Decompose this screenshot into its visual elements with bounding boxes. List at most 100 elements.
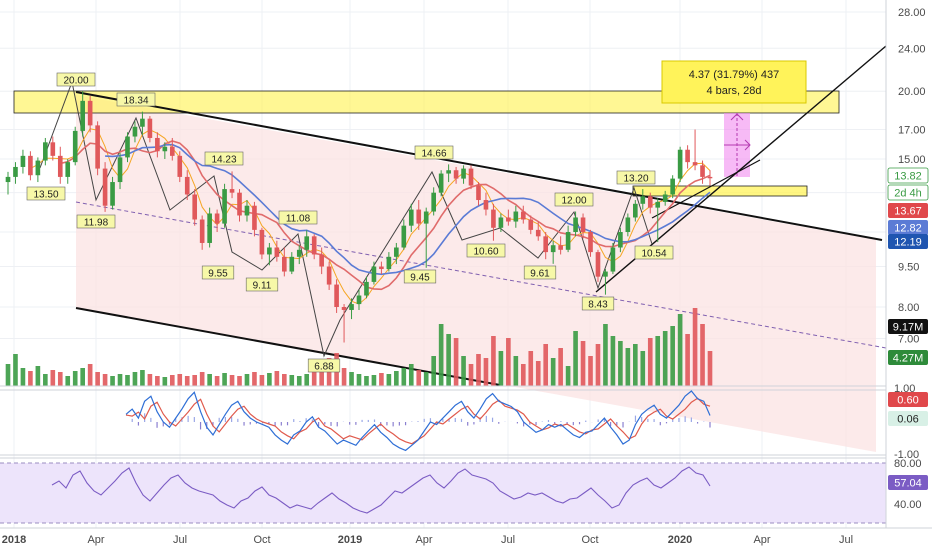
volume-bar <box>80 368 85 386</box>
candle-body <box>408 209 414 226</box>
volume-bar <box>618 341 623 386</box>
volume-bar <box>274 371 280 386</box>
volume-bar <box>147 374 153 386</box>
candle-body <box>468 168 474 186</box>
volume-bar <box>603 324 608 386</box>
candle-body <box>155 137 160 152</box>
volume-bar <box>633 344 638 386</box>
time-tick-label: Apr <box>415 534 432 546</box>
candle-body <box>43 142 48 161</box>
candle-body <box>274 247 280 257</box>
volume-bar <box>386 374 392 386</box>
volume-bar <box>408 364 414 386</box>
swing-label: 11.08 <box>286 214 311 225</box>
candle-body <box>498 217 504 228</box>
volume-bar <box>125 375 130 386</box>
volume-bar <box>259 375 265 386</box>
volume-bar <box>72 371 78 386</box>
volume-bar <box>513 356 519 386</box>
volume-bar <box>453 338 459 386</box>
time-tick-label: Jul <box>501 534 515 546</box>
price-badge-text: 12.19 <box>894 237 922 249</box>
volume-bar <box>700 324 705 386</box>
volume-bar <box>685 334 690 386</box>
volume-bar <box>267 373 272 386</box>
measure-label[interactable]: 4.37 (31.79%) 437 4 bars, 28d <box>661 60 807 104</box>
volume-bar <box>50 370 56 386</box>
volume-bar <box>401 368 407 386</box>
macd-badge-text: 0.06 <box>897 414 918 426</box>
volume-bar <box>341 368 347 386</box>
candle-body <box>87 100 93 126</box>
candle-body <box>647 196 653 208</box>
candle-body <box>169 146 175 156</box>
candle-body <box>685 149 690 163</box>
volume-bar <box>394 371 399 386</box>
price-badge-text: 13.67 <box>894 206 922 218</box>
candle-body <box>296 249 302 257</box>
price-badge-text: 2d 4h <box>894 188 922 200</box>
candle-body <box>80 100 85 131</box>
volume-bar <box>692 308 698 386</box>
volume-bar <box>110 376 115 386</box>
candle-body <box>603 271 608 277</box>
volume-bar <box>670 326 675 386</box>
candle-body <box>476 185 481 201</box>
candle-body <box>341 307 347 310</box>
volume-bar <box>20 368 26 386</box>
swing-label: 6.88 <box>314 362 334 373</box>
price-tick-label: 20.00 <box>898 86 926 98</box>
candle-body <box>700 165 705 177</box>
candle-body <box>5 176 11 183</box>
price-tick-label: 24.00 <box>898 43 926 55</box>
time-tick-label: 2020 <box>668 534 692 546</box>
volume-bar <box>543 344 549 386</box>
volume-bar <box>491 336 496 386</box>
volume-bar <box>28 371 33 386</box>
rsi-tick-label: 80.00 <box>894 458 922 470</box>
price-badge-text: 13.82 <box>894 171 922 183</box>
chart-svg[interactable]: 20.00 18.34 13.50 11.98 14.23 9.55 11.08 9.11 6.… <box>0 0 932 550</box>
swing-label: 13.20 <box>623 174 648 185</box>
volume-bar <box>476 354 481 386</box>
candle-body <box>662 194 668 202</box>
candle-body <box>207 213 212 243</box>
volume-bar <box>214 376 220 386</box>
candle-body <box>184 176 190 195</box>
volume-bar <box>520 364 526 386</box>
candle-body <box>692 162 698 166</box>
volume-bar <box>356 374 362 386</box>
volume-bar <box>169 375 175 386</box>
candle-body <box>618 232 623 248</box>
rsi-background <box>0 463 886 523</box>
price-tick-label: 8.00 <box>898 302 919 314</box>
candle-body <box>491 209 496 228</box>
volume-bar <box>528 351 534 386</box>
candle-body <box>147 118 153 138</box>
volume-bar <box>431 356 436 386</box>
candle-body <box>50 142 56 156</box>
candle-body <box>319 254 324 267</box>
trading-chart[interactable]: 20.00 18.34 13.50 11.98 14.23 9.55 11.08 9.11 6.… <box>0 0 932 550</box>
candle-body <box>72 130 78 163</box>
swing-label: 10.60 <box>473 247 498 258</box>
candle-body <box>513 211 519 222</box>
price-badge-text: 9.17M <box>893 322 924 334</box>
candle-body <box>326 266 332 285</box>
volume-bar <box>379 373 384 386</box>
candle-body <box>453 170 459 179</box>
volume-bar <box>506 338 511 386</box>
time-tick-label: Oct <box>253 534 270 546</box>
candle-body <box>625 217 631 233</box>
swing-label: 9.61 <box>530 269 550 280</box>
candle-body <box>334 284 339 307</box>
volume-bar <box>155 376 160 386</box>
swing-label: 20.00 <box>63 76 88 87</box>
candle-body <box>528 219 534 230</box>
candle-body <box>483 200 489 210</box>
candle-body <box>633 203 638 218</box>
volume-bar <box>252 372 257 386</box>
candle-body <box>580 217 586 233</box>
candle-body <box>237 192 242 216</box>
candle-body <box>707 176 713 179</box>
